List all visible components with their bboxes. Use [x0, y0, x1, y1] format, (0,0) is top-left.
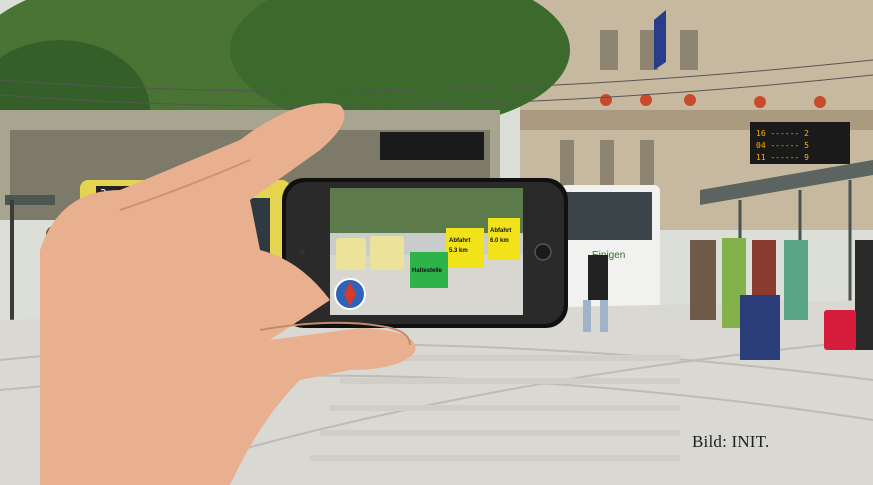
svg-text:16 ------ 2: 16 ------ 2	[756, 129, 809, 138]
smartphone: Abfahrt 5.3 km Abfahrt 6.0 km Haltestell…	[282, 178, 568, 328]
red-suitcase	[824, 310, 856, 350]
svg-text:Abfahrt: Abfahrt	[490, 228, 511, 234]
svg-text:5.3 km: 5.3 km	[449, 248, 468, 254]
flag	[654, 10, 666, 70]
street-photo: 16 ------ 2 04 ------ 5 11 ------ 9 3 Ei…	[0, 0, 873, 485]
departure-board-left	[380, 132, 484, 160]
svg-text:6.0 km: 6.0 km	[490, 238, 509, 244]
svg-text:Haltestelle: Haltestelle	[412, 268, 443, 274]
svg-text:11 ------ 9: 11 ------ 9	[756, 153, 809, 162]
photo-scene: 16 ------ 2 04 ------ 5 11 ------ 9 3 Ei…	[0, 0, 873, 485]
camera-icon	[299, 249, 305, 255]
home-button-icon	[534, 243, 552, 261]
svg-text:Abfahrt: Abfahrt	[449, 238, 470, 244]
svg-text:04 ------ 5: 04 ------ 5	[756, 141, 809, 150]
photo-credit: Bild: INIT.	[692, 432, 770, 451]
